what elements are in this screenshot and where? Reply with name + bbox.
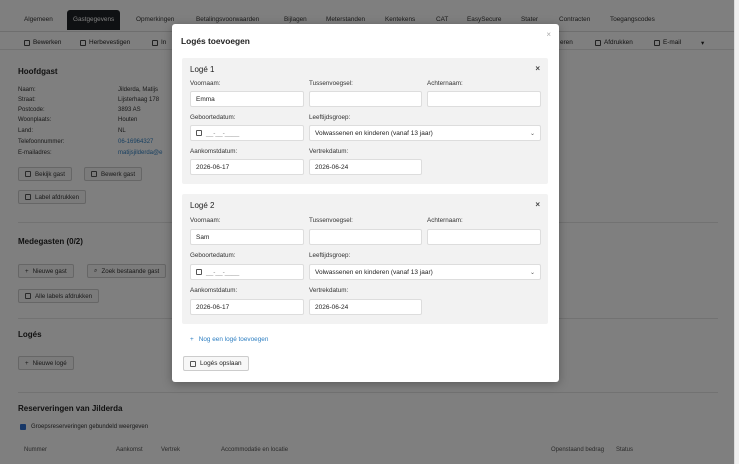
remove-guest-close-icon[interactable]: × (535, 64, 540, 73)
last-name-input[interactable] (427, 229, 541, 245)
add-another-loge-link[interactable]: + Nog een logé toevoegen (190, 336, 268, 343)
birth-date-input[interactable]: __-__-____ (190, 125, 304, 141)
first-name-input[interactable]: Emma (190, 91, 304, 107)
middle-name-input[interactable] (309, 229, 422, 245)
last-name-label: Achternaam: (427, 80, 463, 87)
chevron-down-icon: ⌄ (529, 130, 535, 137)
last-name-label: Achternaam: (427, 217, 463, 224)
departure-date-label: Vertrekdatum: (309, 148, 349, 155)
guest-card-title: Logé 2 (190, 201, 215, 210)
calendar-icon (196, 130, 202, 136)
age-group-select[interactable]: Volwassenen en kinderen (vanaf 13 jaar) ⌄ (309, 264, 541, 280)
save-icon (190, 360, 196, 367)
age-group-select[interactable]: Volwassenen en kinderen (vanaf 13 jaar) ⌄ (309, 125, 541, 141)
guest-card-2: Logé 2 × Voornaam: Tussenvoegsel: Achter… (182, 194, 548, 324)
chevron-down-icon: ⌄ (529, 269, 535, 276)
age-group-label: Leeftijdsgroep: (309, 114, 351, 121)
arrival-date-input[interactable]: 2026-06-17 (190, 299, 304, 315)
modal-close-icon[interactable]: × (546, 30, 551, 39)
middle-name-input[interactable] (309, 91, 422, 107)
remove-guest-close-icon[interactable]: × (535, 200, 540, 209)
first-name-label: Voornaam: (190, 80, 221, 87)
last-name-input[interactable] (427, 91, 541, 107)
birth-date-input[interactable]: __-__-____ (190, 264, 304, 280)
arrival-date-label: Aankomstdatum: (190, 287, 238, 294)
middle-name-label: Tussenvoegsel: (309, 217, 353, 224)
first-name-input[interactable]: Sam (190, 229, 304, 245)
plus-icon: + (190, 336, 194, 343)
save-loges-button[interactable]: Logés opslaan (183, 356, 249, 371)
departure-date-label: Vertrekdatum: (309, 287, 349, 294)
first-name-label: Voornaam: (190, 217, 221, 224)
modal-title: Logés toevoegen (181, 36, 250, 46)
add-loges-modal: Logés toevoegen × Logé 1 × Voornaam: Tus… (172, 24, 559, 382)
birth-date-label: Geboortedatum: (190, 114, 236, 121)
guest-card-title: Logé 1 (190, 65, 215, 74)
departure-date-input[interactable]: 2026-06-24 (309, 299, 422, 315)
arrival-date-input[interactable]: 2026-06-17 (190, 159, 304, 175)
guest-card-1: Logé 1 × Voornaam: Tussenvoegsel: Achter… (182, 58, 548, 184)
birth-date-label: Geboortedatum: (190, 252, 236, 259)
age-group-label: Leeftijdsgroep: (309, 252, 351, 259)
page-scrollbar[interactable] (734, 0, 739, 464)
arrival-date-label: Aankomstdatum: (190, 148, 238, 155)
middle-name-label: Tussenvoegsel: (309, 80, 353, 87)
departure-date-input[interactable]: 2026-06-24 (309, 159, 422, 175)
calendar-icon (196, 269, 202, 275)
